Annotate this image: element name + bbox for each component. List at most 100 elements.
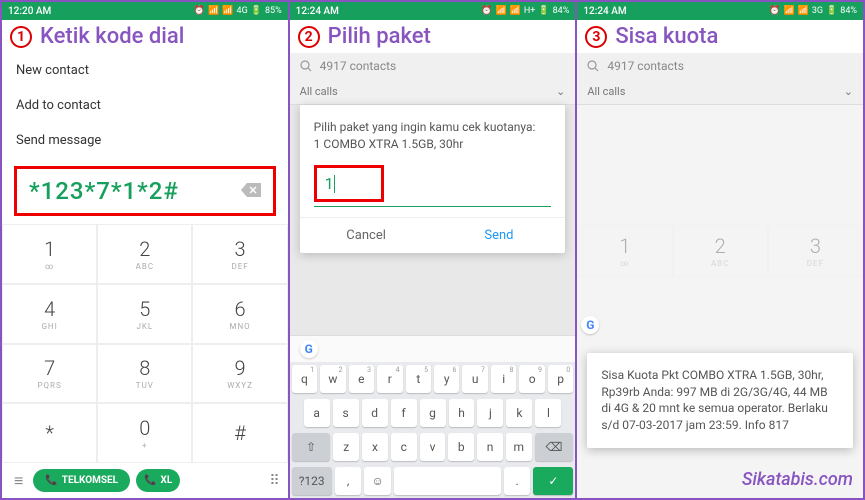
status-time: 12:24 AM — [583, 6, 626, 17]
kb-emoji[interactable]: ☺ — [364, 467, 391, 495]
kb-period[interactable]: . — [504, 467, 531, 495]
menu-new-contact[interactable]: New contact — [2, 53, 288, 88]
kb-g[interactable]: g — [420, 399, 446, 427]
filter-label: All calls — [300, 85, 338, 98]
panel-header: 1 Ketik kode dial — [2, 20, 288, 53]
key-9[interactable]: 9WXYZ — [192, 344, 287, 404]
panel-result: 12:24 AM ⏰ 📶 📶 3G 🔋 84% 3 Sisa kuota 491… — [575, 0, 865, 500]
search-placeholder: 4917 contacts — [607, 59, 684, 73]
alarm-icon: ⏰ — [194, 6, 205, 16]
status-bar: 12:24 AM ⏰ 📶 📶 H+ 🔋 84% — [290, 2, 576, 20]
google-icon[interactable]: G — [300, 340, 318, 358]
kb-d[interactable]: d — [362, 399, 388, 427]
phone-icon: 📞 — [144, 475, 156, 486]
ussd-dialog: Pilih paket yang ingin kamu cek kuotanya… — [300, 105, 566, 253]
kb-m[interactable]: m — [506, 433, 532, 461]
call-button-sim1[interactable]: 📞 TELKOMSEL — [33, 469, 130, 492]
step-badge: 2 — [298, 26, 320, 48]
chevron-down-icon: ⌄ — [556, 85, 565, 98]
watermark: Sikatabis.com — [742, 469, 853, 490]
result-message: Sisa Kuota Pkt COMBO XTRA 1.5GB, 30hr, R… — [601, 367, 839, 434]
kb-s[interactable]: s — [333, 399, 359, 427]
kb-u[interactable]: 7u — [462, 365, 487, 393]
key-2: 2ABC — [673, 225, 768, 277]
kb-shift[interactable]: ⇧ — [292, 433, 331, 461]
ussd-result-dialog: Sisa Kuota Pkt COMBO XTRA 1.5GB, 30hr, R… — [587, 353, 853, 448]
kb-w[interactable]: 2w — [320, 365, 345, 393]
kb-comma[interactable]: , — [335, 467, 362, 495]
kb-p[interactable]: 0p — [548, 365, 573, 393]
panel-title: Sisa kuota — [615, 24, 718, 49]
backspace-icon[interactable] — [241, 182, 261, 201]
kb-r[interactable]: 4r — [377, 365, 402, 393]
kb-symbols[interactable]: ?123 — [292, 467, 332, 495]
key-hash[interactable]: # — [192, 403, 287, 463]
kb-z[interactable]: z — [333, 433, 359, 461]
status-time: 12:20 AM — [8, 6, 51, 17]
kb-q[interactable]: 1q — [292, 365, 317, 393]
key-1[interactable]: 1∞ — [2, 224, 97, 284]
dialog-input[interactable]: 1 — [314, 165, 384, 203]
keypad-toggle-icon[interactable]: ⠿ — [269, 473, 279, 489]
kb-n[interactable]: n — [477, 433, 503, 461]
key-1: 1∞ — [577, 225, 672, 277]
kb-space[interactable] — [394, 467, 501, 495]
call-button-sim2[interactable]: 📞 XL — [136, 469, 180, 492]
kb-i[interactable]: 8i — [491, 365, 516, 393]
google-icon: G — [581, 316, 599, 334]
soft-keyboard: 1q 2w 3e 4r 5t 6y 7u 8i 9o 0p a s d f g … — [290, 362, 576, 498]
menu-add-to-contact[interactable]: Add to contact — [2, 88, 288, 123]
key-4[interactable]: 4GHI — [2, 284, 97, 344]
search-bar[interactable]: 4917 contacts — [290, 53, 576, 79]
kb-o[interactable]: 9o — [519, 365, 544, 393]
filter-row[interactable]: All calls ⌄ — [290, 79, 576, 105]
kb-k[interactable]: k — [506, 399, 532, 427]
battery-label: 84% — [840, 6, 857, 16]
network-label: 4G — [237, 6, 248, 16]
kb-c[interactable]: c — [391, 433, 417, 461]
kb-enter[interactable]: ✓ — [533, 467, 573, 495]
kb-b[interactable]: b — [448, 433, 474, 461]
hamburger-icon[interactable]: ≡ — [10, 471, 27, 491]
kb-t[interactable]: 5t — [406, 365, 431, 393]
key-2[interactable]: 2ABC — [97, 224, 192, 284]
kb-e[interactable]: 3e — [349, 365, 374, 393]
signal-icon: 📶 — [222, 6, 233, 16]
kb-l[interactable]: l — [535, 399, 561, 427]
panel-select: 12:24 AM ⏰ 📶 📶 H+ 🔋 84% 2 Pilih paket 49… — [288, 0, 578, 500]
kb-j[interactable]: j — [477, 399, 503, 427]
battery-icon: 🔋 — [538, 6, 549, 16]
filter-row[interactable]: All calls ⌄ — [577, 79, 863, 105]
phone-icon: 📞 — [45, 475, 57, 486]
key-8[interactable]: 8TUV — [97, 344, 192, 404]
key-7[interactable]: 7PQRS — [2, 344, 97, 404]
network-label: H+ — [524, 6, 536, 16]
dialog-buttons: Cancel Send — [300, 217, 566, 253]
search-bar[interactable]: 4917 contacts — [577, 53, 863, 79]
cancel-button[interactable]: Cancel — [300, 218, 433, 253]
signal-icon: 📶 — [208, 6, 219, 16]
status-time: 12:24 AM — [296, 6, 339, 17]
kb-h[interactable]: h — [449, 399, 475, 427]
kb-f[interactable]: f — [391, 399, 417, 427]
panel-header: 2 Pilih paket — [290, 20, 576, 53]
menu-send-message[interactable]: Send message — [2, 123, 288, 158]
kb-x[interactable]: x — [362, 433, 388, 461]
kb-v[interactable]: v — [420, 433, 446, 461]
kb-y[interactable]: 6y — [434, 365, 459, 393]
key-star[interactable]: * — [2, 403, 97, 463]
panel-title: Pilih paket — [328, 24, 431, 49]
panel-title: Ketik kode dial — [40, 24, 184, 49]
kb-a[interactable]: a — [304, 399, 330, 427]
step-badge: 3 — [585, 26, 607, 48]
kb-backspace[interactable]: ⌫ — [535, 433, 574, 461]
key-5[interactable]: 5JKL — [97, 284, 192, 344]
key-6[interactable]: 6MNO — [192, 284, 287, 344]
dial-code: *123*7*1*2# — [29, 177, 179, 205]
key-3[interactable]: 3DEF — [192, 224, 287, 284]
key-0[interactable]: 0+ — [97, 403, 192, 463]
chevron-down-icon: ⌄ — [844, 85, 853, 98]
panel-header: 3 Sisa kuota — [577, 20, 863, 53]
dialer-actions: ≡ 📞 TELKOMSEL 📞 XL ⠿ — [2, 463, 288, 498]
send-button[interactable]: Send — [433, 218, 566, 253]
